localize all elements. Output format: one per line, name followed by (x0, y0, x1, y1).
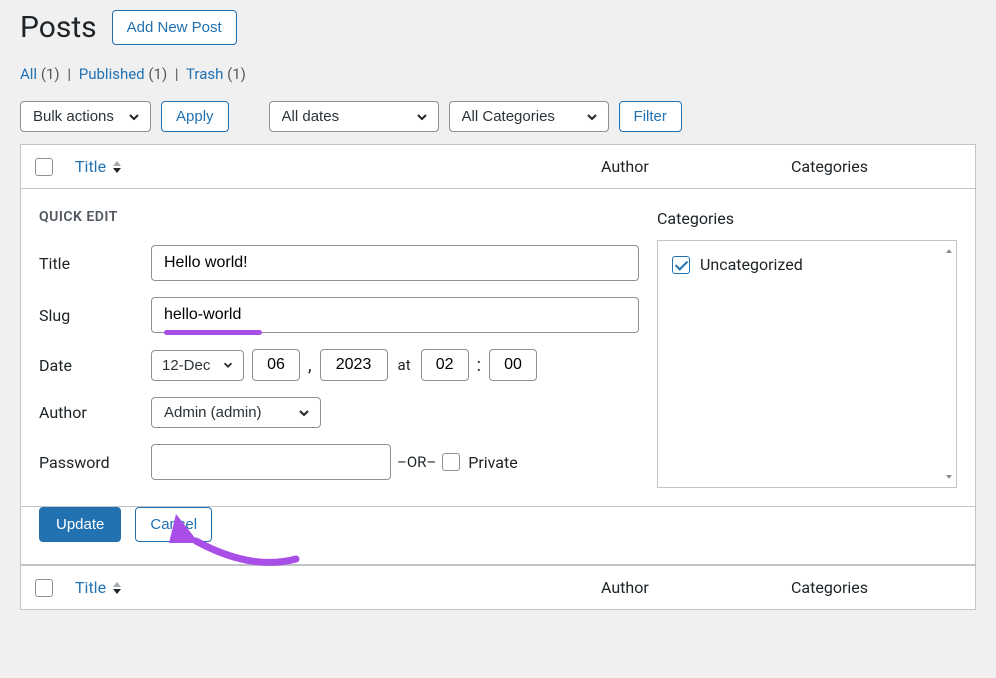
colon-separator: : (477, 355, 481, 376)
filter-published-link[interactable]: Published (79, 65, 145, 83)
sort-icon (112, 161, 122, 173)
apply-button[interactable]: Apply (161, 101, 229, 132)
month-select[interactable]: 12-Dec (151, 350, 244, 381)
author-label: Author (39, 403, 151, 422)
bulk-actions-select[interactable]: Bulk actions (20, 101, 151, 132)
filter-all-count: (1) (41, 65, 60, 83)
category-item[interactable]: Uncategorized (672, 255, 942, 274)
at-label: at (398, 356, 411, 374)
private-label: Private (468, 453, 517, 472)
filter-published-count: (1) (148, 65, 167, 83)
column-categories-header[interactable]: Categories (791, 157, 961, 176)
categories-label: Categories (657, 209, 957, 228)
categories-panel[interactable]: Uncategorized (657, 240, 957, 488)
filter-trash-count: (1) (227, 65, 246, 83)
page-title: Posts (20, 10, 97, 45)
select-all-footer-checkbox[interactable] (35, 579, 53, 597)
day-input[interactable] (252, 349, 300, 381)
dates-filter-select[interactable]: All dates (269, 101, 439, 132)
update-button[interactable]: Update (39, 507, 121, 542)
table-header: Title Author Categories (21, 145, 975, 189)
column-author-footer[interactable]: Author (601, 578, 791, 597)
filter-all-link[interactable]: All (20, 65, 37, 83)
author-select[interactable]: Admin (admin) (151, 397, 321, 428)
minute-input[interactable] (489, 349, 537, 381)
filter-button[interactable]: Filter (619, 101, 682, 132)
add-new-button[interactable]: Add New Post (112, 10, 237, 45)
password-input[interactable] (151, 444, 391, 480)
password-label: Password (39, 453, 151, 472)
table-footer: Title Author Categories (21, 565, 975, 609)
select-all-checkbox[interactable] (35, 158, 53, 176)
cancel-button[interactable]: Cancel (135, 507, 212, 542)
column-author-header[interactable]: Author (601, 157, 791, 176)
comma-separator: , (308, 355, 312, 376)
column-title-header[interactable]: Title (75, 157, 601, 176)
column-categories-footer[interactable]: Categories (791, 578, 961, 597)
title-label: Title (39, 254, 151, 273)
status-filters: All (1) | Published (1) | Trash (1) (20, 65, 976, 83)
column-title-footer[interactable]: Title (75, 578, 601, 597)
hour-input[interactable] (421, 349, 469, 381)
quick-edit-panel: QUICK EDIT Title Slug Date 12-Dec (21, 189, 975, 507)
title-input[interactable] (151, 245, 639, 281)
slug-input[interactable] (151, 297, 639, 333)
categories-filter-select[interactable]: All Categories (449, 101, 609, 132)
scrollbar-indicator (948, 247, 954, 481)
or-label: –OR– (397, 453, 436, 471)
date-label: Date (39, 356, 151, 375)
category-item-label: Uncategorized (700, 255, 803, 274)
quick-edit-heading: QUICK EDIT (39, 209, 639, 225)
annotation-underline (164, 330, 262, 335)
slug-label: Slug (39, 306, 151, 325)
year-input[interactable] (320, 349, 388, 381)
filter-trash-link[interactable]: Trash (186, 65, 223, 83)
private-checkbox[interactable] (442, 453, 460, 471)
sort-icon (112, 582, 122, 594)
category-checkbox[interactable] (672, 256, 690, 274)
